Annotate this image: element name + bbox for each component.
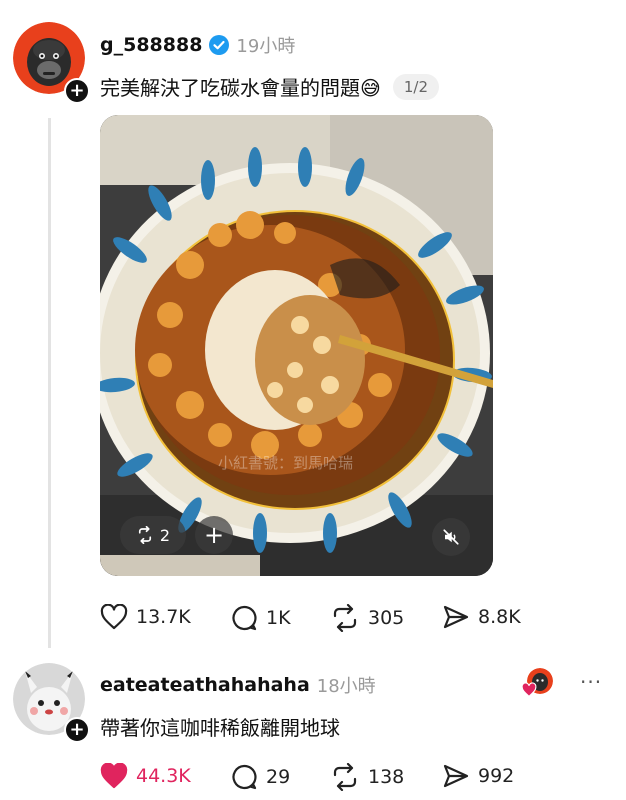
post-video[interactable]: 小紅書號：到馬哈瑞 [100,115,493,576]
media-repost-count: 2 [159,525,171,545]
video-watermark: 小紅書號：到馬哈瑞 [218,454,353,472]
sweat-smile-emoji: 😅 [360,76,381,100]
reply-share-count: 992 [478,765,515,787]
small-heart-icon [521,682,537,698]
reply-like-count: 44.3K [136,765,191,787]
thread-connector-line [48,118,51,648]
heart-filled-icon [100,763,128,789]
like-button[interactable]: 13.7K [100,604,191,630]
verified-badge-icon [209,35,230,55]
repost-icon [333,604,357,632]
send-icon [443,764,469,788]
media-pager-indicator: 1/2 [392,73,439,100]
comment-icon [232,605,257,631]
reply-timestamp: 18小時 [316,676,376,697]
more-options-button[interactable]: ··· [580,670,602,694]
post-header: g_588888 19小時 [100,32,295,58]
repost-icon [138,526,151,544]
reply-comment-button[interactable]: 29 [230,763,290,791]
repost-button[interactable]: 305 [330,604,404,632]
reply-like-button[interactable]: 44.3K [100,763,191,789]
reply-text: 帶著你這咖啡稀飯離開地球 [100,716,340,740]
heart-outline-icon [100,604,128,630]
author-liked-indicator [521,668,553,700]
muted-speaker-icon [443,529,459,545]
reply-header: eateateathahahaha 18小時 [100,672,376,698]
author-username[interactable]: g_588888 [100,34,202,56]
rice-bowl-image: 小紅書號：到馬哈瑞 [100,115,493,576]
comment-icon [232,764,257,790]
plus-icon: + [203,521,225,549]
send-icon [443,605,469,629]
mute-toggle-button[interactable] [432,518,470,556]
like-count: 13.7K [136,606,191,628]
reply-follow-plus-button[interactable]: + [64,717,90,743]
repost-count: 305 [368,607,405,629]
media-add-button[interactable]: + [195,516,233,554]
share-count: 8.8K [478,606,521,628]
comment-button[interactable]: 1K [230,604,291,632]
reply-username[interactable]: eateateathahahaha [100,674,310,696]
repost-icon [333,763,357,791]
post-timestamp: 19小時 [236,36,296,57]
post-caption: 完美解決了吃碳水會量的問題😅 [100,76,381,100]
reply-repost-button[interactable]: 138 [330,763,404,791]
media-repost-pill[interactable]: 2 [120,516,186,554]
reply-share-button[interactable]: 992 [442,763,514,789]
comment-count: 1K [266,607,291,629]
reply-repost-count: 138 [368,766,405,788]
share-button[interactable]: 8.8K [442,604,521,630]
post-caption-row: 完美解決了吃碳水會量的問題😅 1/2 [100,72,439,101]
follow-plus-button[interactable]: + [64,78,90,104]
reply-comment-count: 29 [266,766,291,788]
